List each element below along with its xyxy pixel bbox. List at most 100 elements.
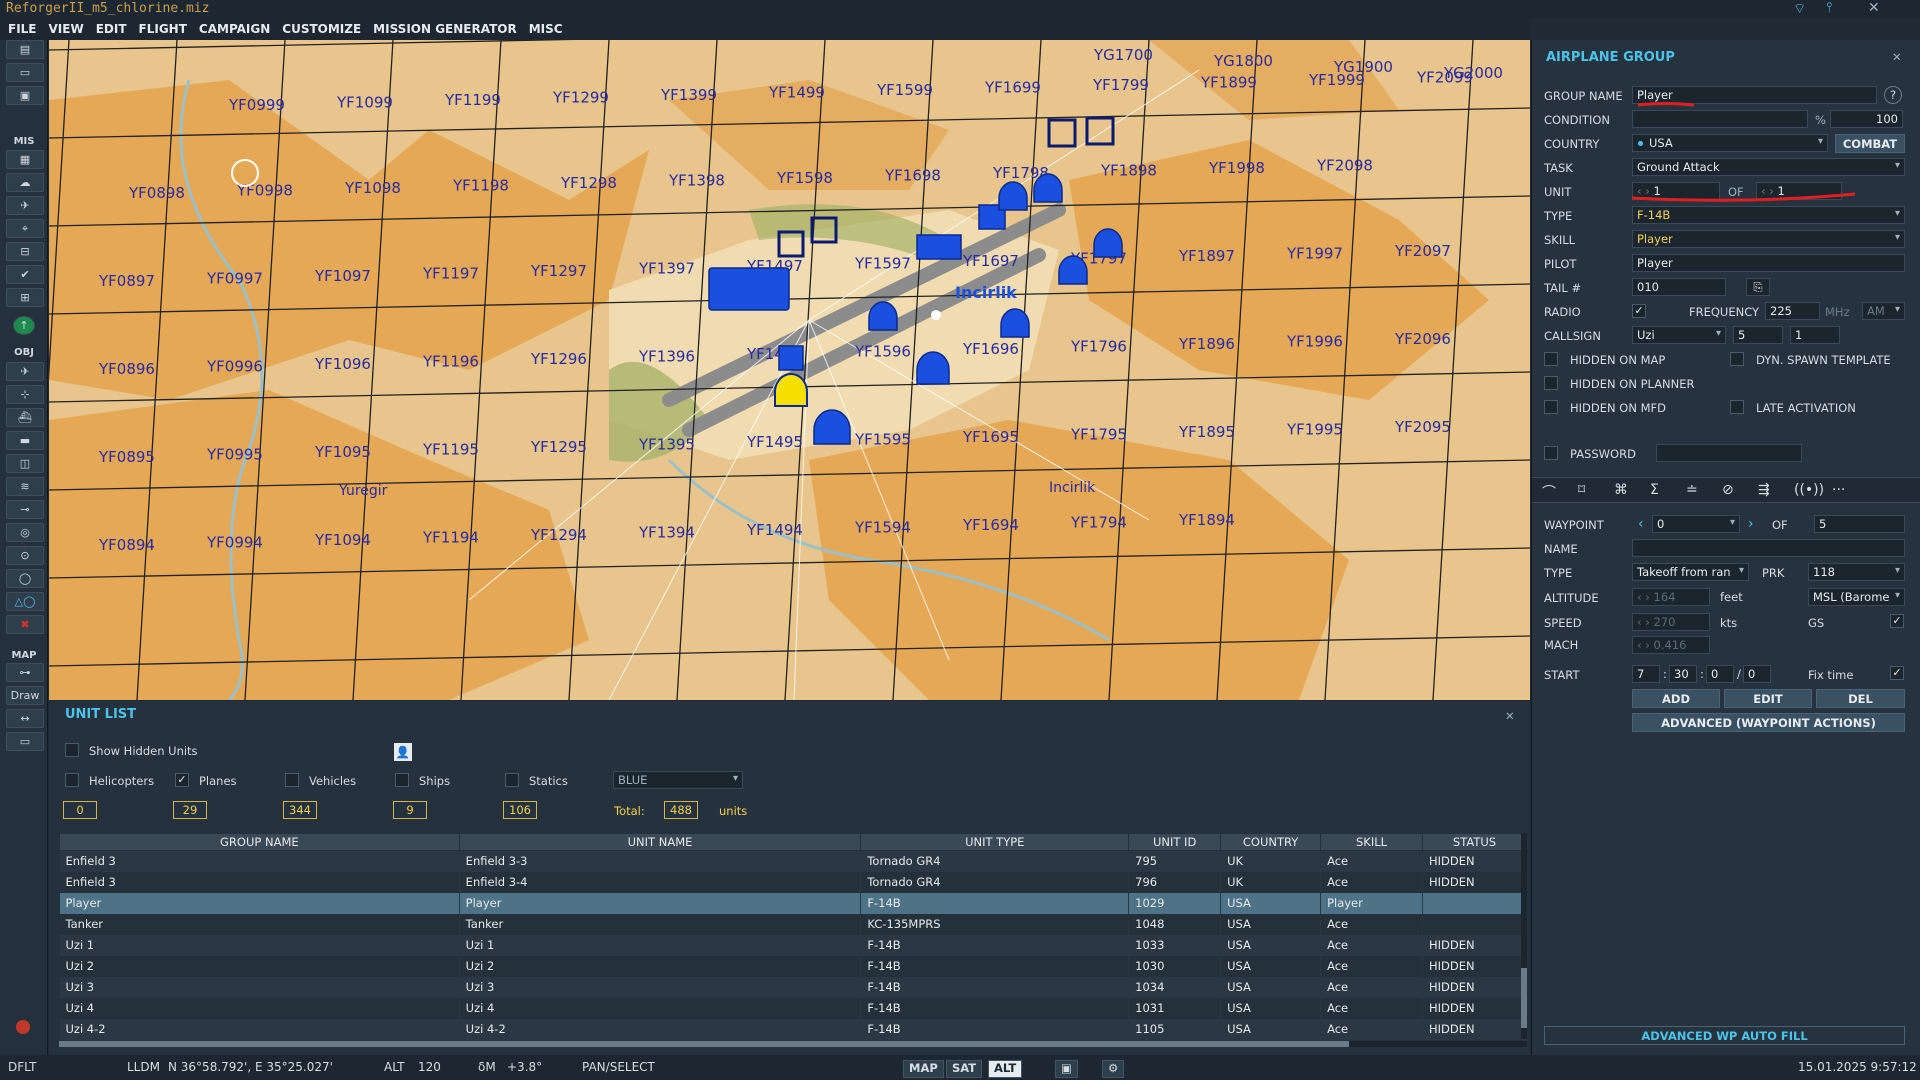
- table-row[interactable]: Enfield 3 Enfield 3-3 Tornado GR4 795 UK Ace H…: [59, 850, 1527, 872]
- password-input[interactable]: [1656, 444, 1802, 462]
- planes-checkbox[interactable]: ✓: [175, 773, 189, 787]
- blue-aircraft-icon[interactable]: [998, 181, 1028, 211]
- show-hidden-checkbox[interactable]: [65, 743, 79, 757]
- target-zone-icon[interactable]: ⌖: [6, 219, 44, 238]
- ships-checkbox[interactable]: [395, 773, 409, 787]
- check-icon[interactable]: ✔: [6, 265, 44, 284]
- skill-select[interactable]: Player: [1632, 230, 1905, 248]
- weather-icon[interactable]: ☁: [6, 173, 44, 192]
- aircraft-type-select[interactable]: F-14B: [1632, 206, 1905, 224]
- table-row[interactable]: Uzi 4-2 Uzi 4-2 F-14B 1105 USA Ace HIDDEN: [59, 1018, 1527, 1040]
- condition-value-input[interactable]: 100: [1830, 110, 1903, 128]
- alt-mode-button[interactable]: ALT: [988, 1060, 1023, 1078]
- blue-aircraft-icon[interactable]: [1058, 255, 1088, 285]
- altitude-input[interactable]: ‹ › 164: [1632, 588, 1710, 606]
- fix-time-checkbox[interactable]: ✓: [1890, 666, 1904, 680]
- datalink-tab-icon[interactable]: ⇶: [1758, 482, 1770, 498]
- waypoint-marker[interactable]: [931, 310, 941, 320]
- start-hour-input[interactable]: 30: [1669, 665, 1697, 683]
- shapes-icon[interactable]: △◯: [6, 592, 44, 611]
- tail-input[interactable]: 010: [1632, 278, 1726, 296]
- airfield-icon[interactable]: ⊸: [6, 500, 44, 519]
- table-row[interactable]: Uzi 1 Uzi 1 F-14B 1033 USA Ace HIDDEN: [59, 934, 1527, 956]
- resources-icon[interactable]: ⊞: [6, 288, 44, 307]
- close-icon[interactable]: ✕: [1868, 0, 1880, 16]
- table-row[interactable]: Uzi 2 Uzi 2 F-14B 1030 USA Ace HIDDEN: [59, 955, 1527, 977]
- col-group-name[interactable]: GROUP NAME: [59, 833, 460, 851]
- start-second-input[interactable]: 0: [1743, 665, 1771, 683]
- start-minute-input[interactable]: 0: [1706, 665, 1734, 683]
- modulation-select[interactable]: AM: [1862, 302, 1905, 320]
- menu-mission-generator[interactable]: MISSION GENERATOR: [373, 22, 517, 36]
- static-icon[interactable]: ◫: [6, 454, 44, 473]
- help-icon[interactable]: ?: [1884, 86, 1902, 104]
- open-file-icon[interactable]: ▭: [6, 63, 44, 82]
- table-row[interactable]: Enfield 3 Enfield 3-4 Tornado GR4 796 UK Ace H…: [59, 871, 1527, 893]
- advanced-waypoint-actions-button[interactable]: ADVANCED (WAYPOINT ACTIONS): [1632, 713, 1905, 732]
- unit-list-close-icon[interactable]: ✕: [1505, 709, 1515, 723]
- hidden-on-mfd-checkbox[interactable]: [1544, 400, 1558, 414]
- menu-campaign[interactable]: CAMPAIGN: [199, 22, 270, 36]
- callsign-number-input[interactable]: 5: [1733, 326, 1783, 344]
- map-frame-icon[interactable]: ▭: [6, 732, 44, 751]
- wp-type-select[interactable]: Takeoff from ran: [1632, 563, 1749, 581]
- coalition-select[interactable]: BLUE: [613, 771, 743, 789]
- task-select[interactable]: Ground Attack: [1632, 158, 1905, 176]
- col-unit-id[interactable]: UNIT ID: [1128, 833, 1222, 851]
- delete-waypoint-button[interactable]: DEL: [1816, 689, 1905, 708]
- table-row[interactable]: Tanker Tanker KC-135MPRS 1048 USA Ace: [59, 913, 1527, 935]
- route-tab-icon[interactable]: ⌒: [1542, 482, 1556, 502]
- frequency-input[interactable]: 225: [1765, 302, 1820, 320]
- player-aircraft-icon[interactable]: [774, 373, 808, 407]
- advanced-wp-auto-fill-button[interactable]: ADVANCED WP AUTO FILL: [1544, 1026, 1905, 1045]
- user-icon[interactable]: 👤: [394, 743, 412, 761]
- ground-unit-cluster[interactable]: [708, 267, 790, 311]
- waypoint-select[interactable]: 0: [1652, 515, 1740, 533]
- add-waypoint-button[interactable]: ADD: [1632, 689, 1720, 708]
- next-waypoint-icon[interactable]: ›: [1748, 516, 1754, 532]
- settings-icon[interactable]: ⚙: [1102, 1060, 1125, 1078]
- condition-slider[interactable]: [1632, 110, 1808, 128]
- vehicle-icon[interactable]: ▬: [6, 431, 44, 450]
- radio-checkbox[interactable]: ✓: [1632, 304, 1646, 318]
- panel-close-icon[interactable]: ✕: [1892, 50, 1902, 64]
- wp-name-input[interactable]: [1632, 539, 1905, 557]
- template-icon[interactable]: ≋: [6, 477, 44, 496]
- profile-select[interactable]: DFLT: [8, 1060, 37, 1074]
- save-file-icon[interactable]: ▣: [6, 86, 44, 105]
- more-tab-icon[interactable]: ···: [1832, 482, 1845, 498]
- callsign-flight-input[interactable]: 1: [1790, 326, 1840, 344]
- blue-aircraft-icon[interactable]: [868, 301, 898, 331]
- blue-aircraft-icon[interactable]: [1033, 173, 1063, 203]
- vehicle-group-icon[interactable]: [778, 345, 804, 371]
- horizontal-scrollbar[interactable]: [59, 1041, 1527, 1047]
- payload-tab-icon[interactable]: ⌘: [1614, 482, 1628, 498]
- flight-icon[interactable]: ✈: [6, 196, 44, 215]
- vehicles-checkbox[interactable]: [285, 773, 299, 787]
- blue-aircraft-icon[interactable]: [916, 351, 950, 385]
- new-file-icon[interactable]: ▤: [6, 40, 44, 59]
- gs-checkbox[interactable]: ✓: [1890, 614, 1904, 628]
- triggers-icon[interactable]: ⊟: [6, 242, 44, 261]
- late-activation-checkbox[interactable]: [1730, 400, 1744, 414]
- col-country[interactable]: COUNTRY: [1220, 833, 1322, 851]
- col-skill[interactable]: SKILL: [1320, 833, 1423, 851]
- map-canvas[interactable]: YF0999 YF1099 YF1199 YF1299 YF1399 YF1499 YF15…: [49, 40, 1530, 700]
- trigger-tab-icon[interactable]: ⌑: [1578, 482, 1585, 498]
- menu-misc[interactable]: MISC: [529, 22, 563, 36]
- password-checkbox[interactable]: [1544, 446, 1558, 460]
- blue-aircraft-icon[interactable]: [1093, 228, 1123, 258]
- menu-file[interactable]: FILE: [8, 22, 37, 36]
- altitude-ref-select[interactable]: MSL (Barome: [1808, 588, 1905, 606]
- statics-checkbox[interactable]: [505, 773, 519, 787]
- prk-select[interactable]: 118: [1808, 563, 1905, 581]
- table-row[interactable]: Player Player F-14B 1029 USA Player: [59, 892, 1527, 914]
- table-row[interactable]: Uzi 4 Uzi 4 F-14B 1031 USA Ace HIDDEN: [59, 997, 1527, 1019]
- blue-aircraft-icon[interactable]: [813, 409, 851, 445]
- blue-aircraft-icon[interactable]: [1000, 308, 1030, 338]
- map-layers-icon[interactable]: ▣: [1055, 1060, 1078, 1078]
- farp-icon[interactable]: ◯: [6, 569, 44, 588]
- record-icon[interactable]: [16, 1020, 30, 1034]
- briefing-icon[interactable]: ▦: [6, 150, 44, 169]
- up-arrow-icon[interactable]: ↑: [13, 316, 35, 335]
